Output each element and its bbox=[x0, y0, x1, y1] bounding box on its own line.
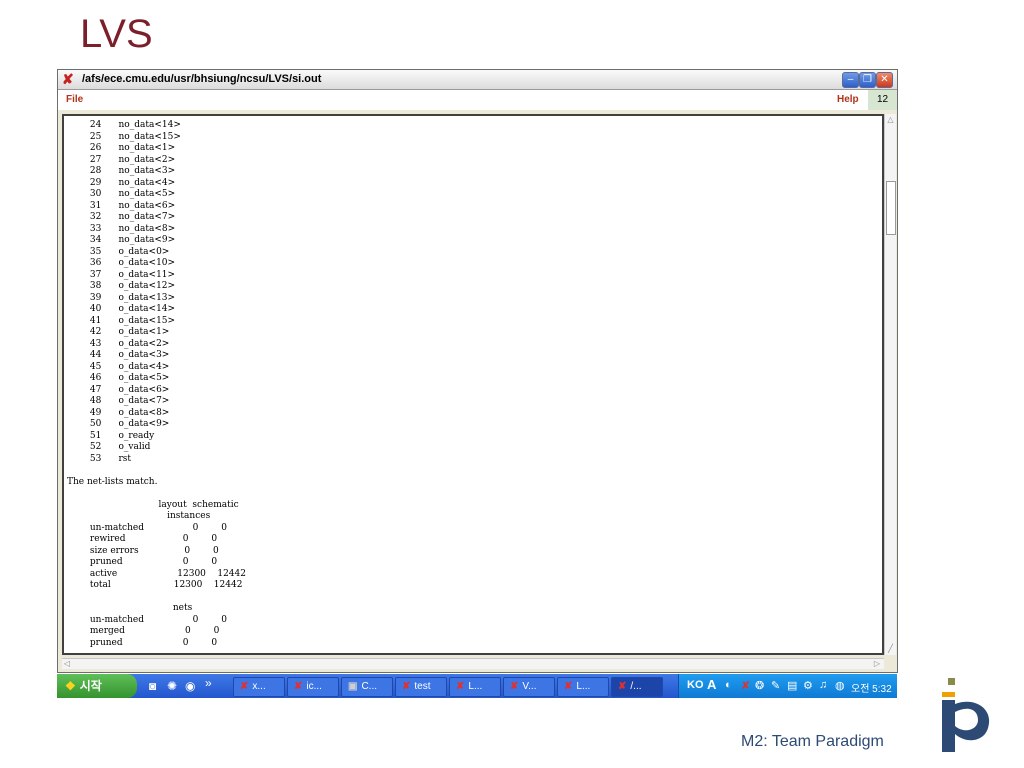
maximize-button[interactable]: ❐ bbox=[859, 72, 876, 88]
quicklaunch-app-icon[interactable]: ✺ bbox=[167, 679, 177, 693]
settings-icon[interactable]: ⚙ bbox=[803, 679, 813, 692]
task-label: L... bbox=[468, 681, 483, 692]
x-app-icon: ✘ bbox=[62, 71, 74, 87]
volume-icon[interactable]: ♫ bbox=[819, 679, 827, 691]
x-server-icon[interactable]: ✘ bbox=[741, 679, 750, 692]
task-button-active[interactable]: ✘/... bbox=[611, 677, 663, 697]
language-indicator[interactable]: KO bbox=[687, 679, 704, 691]
task-button[interactable]: ✘ V... bbox=[503, 677, 555, 697]
ime-pad-icon[interactable]: ✎ bbox=[771, 679, 780, 692]
hanja-icon[interactable]: ▤ bbox=[787, 679, 797, 692]
start-label: 시작 bbox=[79, 679, 102, 693]
scroll-left-icon[interactable]: ◁ bbox=[62, 659, 72, 669]
x-app-icon: ✘ bbox=[510, 681, 519, 692]
vertical-scroll-thumb[interactable] bbox=[886, 181, 896, 235]
scroll-right-icon[interactable]: ▷ bbox=[872, 659, 882, 669]
menu-help[interactable]: Help bbox=[837, 94, 859, 105]
x-app-icon: ✘ bbox=[402, 681, 411, 692]
x-app-icon: ✘ bbox=[456, 681, 465, 692]
task-label: L... bbox=[576, 681, 591, 692]
scroll-corner-icon: ╱ bbox=[888, 644, 893, 653]
menu-bar: File Help 12 bbox=[58, 90, 897, 110]
window-titlebar[interactable]: ✘ /afs/ece.cmu.edu/usr/bhsiung/ncsu/LVS/… bbox=[58, 70, 897, 90]
task-button[interactable]: ▣ C... bbox=[341, 677, 393, 697]
terminal-window: ✘ /afs/ece.cmu.edu/usr/bhsiung/ncsu/LVS/… bbox=[57, 69, 898, 673]
x-app-icon: ✘ bbox=[294, 681, 303, 692]
vertical-scrollbar[interactable]: △ ╱ bbox=[884, 114, 896, 655]
output-text-area[interactable]: 24 no_data<14> 25 no_data<15> 26 no_data… bbox=[62, 114, 884, 655]
close-button[interactable]: ✕ bbox=[876, 72, 893, 88]
tray-app-icon[interactable]: ❂ bbox=[755, 679, 764, 692]
start-button[interactable]: ❖ 시작 bbox=[57, 674, 137, 698]
task-button[interactable]: ✘ L... bbox=[449, 677, 501, 697]
slide-title: LVS bbox=[80, 12, 153, 56]
scroll-up-icon[interactable]: △ bbox=[886, 115, 895, 124]
security-icon[interactable]: ◍ bbox=[835, 679, 845, 692]
window-title: /afs/ece.cmu.edu/usr/bhsiung/ncsu/LVS/si… bbox=[82, 73, 322, 85]
x-app-icon: ✘ bbox=[564, 681, 573, 692]
x-app-icon: ✘ bbox=[240, 681, 249, 692]
horizontal-scrollbar[interactable]: ◁ ▷ bbox=[62, 658, 884, 669]
clock: 오전 5:32 bbox=[851, 684, 892, 695]
x-app-icon: ✘ bbox=[618, 681, 627, 692]
console-icon: ▣ bbox=[348, 681, 358, 692]
network-icon[interactable]: ◐ bbox=[725, 679, 732, 691]
system-tray: KO A ◐ ✘ ❂ ✎ ▤ ⚙ ♫ ◍ 오전 5:32 bbox=[678, 674, 897, 698]
task-button[interactable]: ✘ test bbox=[395, 677, 447, 697]
quicklaunch-browser-icon[interactable]: ◉ bbox=[185, 679, 195, 693]
task-button[interactable]: ✘ x... bbox=[233, 677, 285, 697]
quicklaunch-desktop-icon[interactable]: ◙ bbox=[149, 679, 156, 693]
task-button[interactable]: ✘ ic... bbox=[287, 677, 339, 697]
task-label: V... bbox=[522, 681, 537, 692]
paradigm-logo-icon bbox=[942, 678, 990, 752]
task-label: test bbox=[414, 681, 431, 692]
task-label: /... bbox=[630, 681, 642, 692]
task-label: ic... bbox=[306, 681, 322, 692]
task-label: C... bbox=[361, 681, 378, 692]
line-counter: 12 bbox=[868, 90, 897, 110]
taskbar: ❖ 시작 ◙ ✺ ◉ » ✘ x... ✘ ic... ▣ C... ✘ test ✘ L.… bbox=[57, 674, 897, 698]
ime-mode-indicator[interactable]: A bbox=[707, 677, 716, 692]
quicklaunch-chevron[interactable]: » bbox=[205, 676, 212, 690]
slide-footer: M2: Team Paradigm bbox=[741, 733, 884, 750]
task-button[interactable]: ✘ L... bbox=[557, 677, 609, 697]
lvs-output: 24 no_data<14> 25 no_data<15> 26 no_data… bbox=[67, 120, 246, 648]
task-label: x... bbox=[252, 681, 266, 692]
windows-flag-icon: ❖ bbox=[65, 679, 76, 693]
menu-file[interactable]: File bbox=[66, 94, 83, 105]
minimize-button[interactable]: – bbox=[842, 72, 859, 88]
